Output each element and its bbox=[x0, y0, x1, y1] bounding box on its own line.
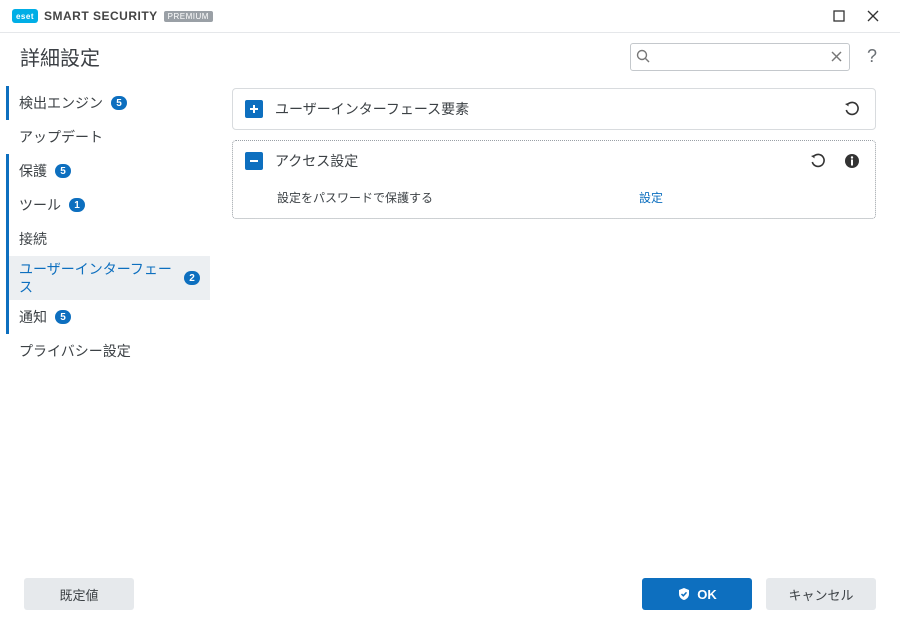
main-content: ユーザーインターフェース要素アクセス設定設定をパスワードで保護する設定 bbox=[216, 80, 900, 568]
sidebar-item-label: プライバシー設定 bbox=[19, 342, 131, 360]
help-button[interactable]: ? bbox=[860, 46, 884, 67]
sidebar-item-3[interactable]: ツール 1 bbox=[6, 188, 210, 222]
row-label: 設定をパスワードで保護する bbox=[277, 189, 639, 206]
shield-icon bbox=[677, 587, 691, 601]
sidebar-item-6[interactable]: 通知 5 bbox=[6, 300, 210, 334]
sidebar-item-0[interactable]: 検出エンジン 5 bbox=[6, 86, 210, 120]
panel-row-0: 設定をパスワードで保護する設定 bbox=[233, 181, 875, 218]
cancel-button[interactable]: キャンセル bbox=[766, 578, 876, 610]
row-link[interactable]: 設定 bbox=[639, 189, 663, 206]
search-input[interactable] bbox=[630, 43, 850, 71]
badge: 5 bbox=[55, 310, 71, 324]
sidebar-item-label: 接続 bbox=[19, 230, 47, 248]
panel-title: アクセス設定 bbox=[275, 151, 795, 171]
sidebar: 検出エンジン 5 アップデート保護 5 ツール 1 接続ユーザーインターフェース 2 通知 5 プラ… bbox=[0, 80, 216, 568]
brand-name: SMART SECURITY bbox=[44, 9, 158, 23]
window-close-button[interactable] bbox=[856, 2, 890, 30]
footer: 既定値 OK キャンセル bbox=[0, 568, 900, 620]
sidebar-item-2[interactable]: 保護 5 bbox=[6, 154, 210, 188]
page-title: 詳細設定 bbox=[20, 42, 100, 71]
sidebar-item-label: ユーザーインターフェース bbox=[19, 260, 176, 296]
search-icon bbox=[636, 49, 651, 64]
sidebar-item-label: 検出エンジン bbox=[19, 94, 103, 112]
info-icon[interactable] bbox=[841, 150, 863, 172]
defaults-button[interactable]: 既定値 bbox=[24, 578, 134, 610]
sidebar-item-label: 通知 bbox=[19, 308, 47, 326]
search-wrap bbox=[630, 43, 850, 71]
ok-label: OK bbox=[697, 587, 717, 602]
panel-title: ユーザーインターフェース要素 bbox=[275, 99, 829, 119]
sidebar-item-5[interactable]: ユーザーインターフェース 2 bbox=[6, 256, 210, 300]
brand-logo: eset bbox=[12, 9, 38, 23]
sidebar-item-7[interactable]: プライバシー設定 bbox=[6, 334, 210, 368]
undo-icon[interactable] bbox=[841, 98, 863, 120]
titlebar: eset SMART SECURITY PREMIUM bbox=[0, 0, 900, 32]
panel-0: ユーザーインターフェース要素 bbox=[232, 88, 876, 130]
close-icon bbox=[867, 10, 879, 22]
sidebar-item-label: 保護 bbox=[19, 162, 47, 180]
maximize-icon bbox=[833, 10, 845, 22]
badge: 5 bbox=[111, 96, 127, 110]
panel-header[interactable]: アクセス設定 bbox=[233, 141, 875, 181]
sidebar-item-1[interactable]: アップデート bbox=[6, 120, 210, 154]
clear-icon[interactable] bbox=[829, 49, 844, 64]
collapse-icon[interactable] bbox=[245, 152, 263, 170]
sidebar-item-label: ツール bbox=[19, 196, 61, 214]
badge: 5 bbox=[55, 164, 71, 178]
brand-edition: PREMIUM bbox=[164, 11, 213, 22]
sidebar-item-4[interactable]: 接続 bbox=[6, 222, 210, 256]
window-maximize-button[interactable] bbox=[822, 2, 856, 30]
expand-icon[interactable] bbox=[245, 100, 263, 118]
badge: 1 bbox=[69, 198, 85, 212]
undo-icon[interactable] bbox=[807, 150, 829, 172]
ok-button[interactable]: OK bbox=[642, 578, 752, 610]
header: 詳細設定 ? bbox=[0, 32, 900, 80]
sidebar-item-label: アップデート bbox=[19, 128, 103, 146]
panel-header[interactable]: ユーザーインターフェース要素 bbox=[233, 89, 875, 129]
panel-1: アクセス設定設定をパスワードで保護する設定 bbox=[232, 140, 876, 219]
brand: eset SMART SECURITY PREMIUM bbox=[12, 9, 213, 23]
badge: 2 bbox=[184, 271, 200, 285]
